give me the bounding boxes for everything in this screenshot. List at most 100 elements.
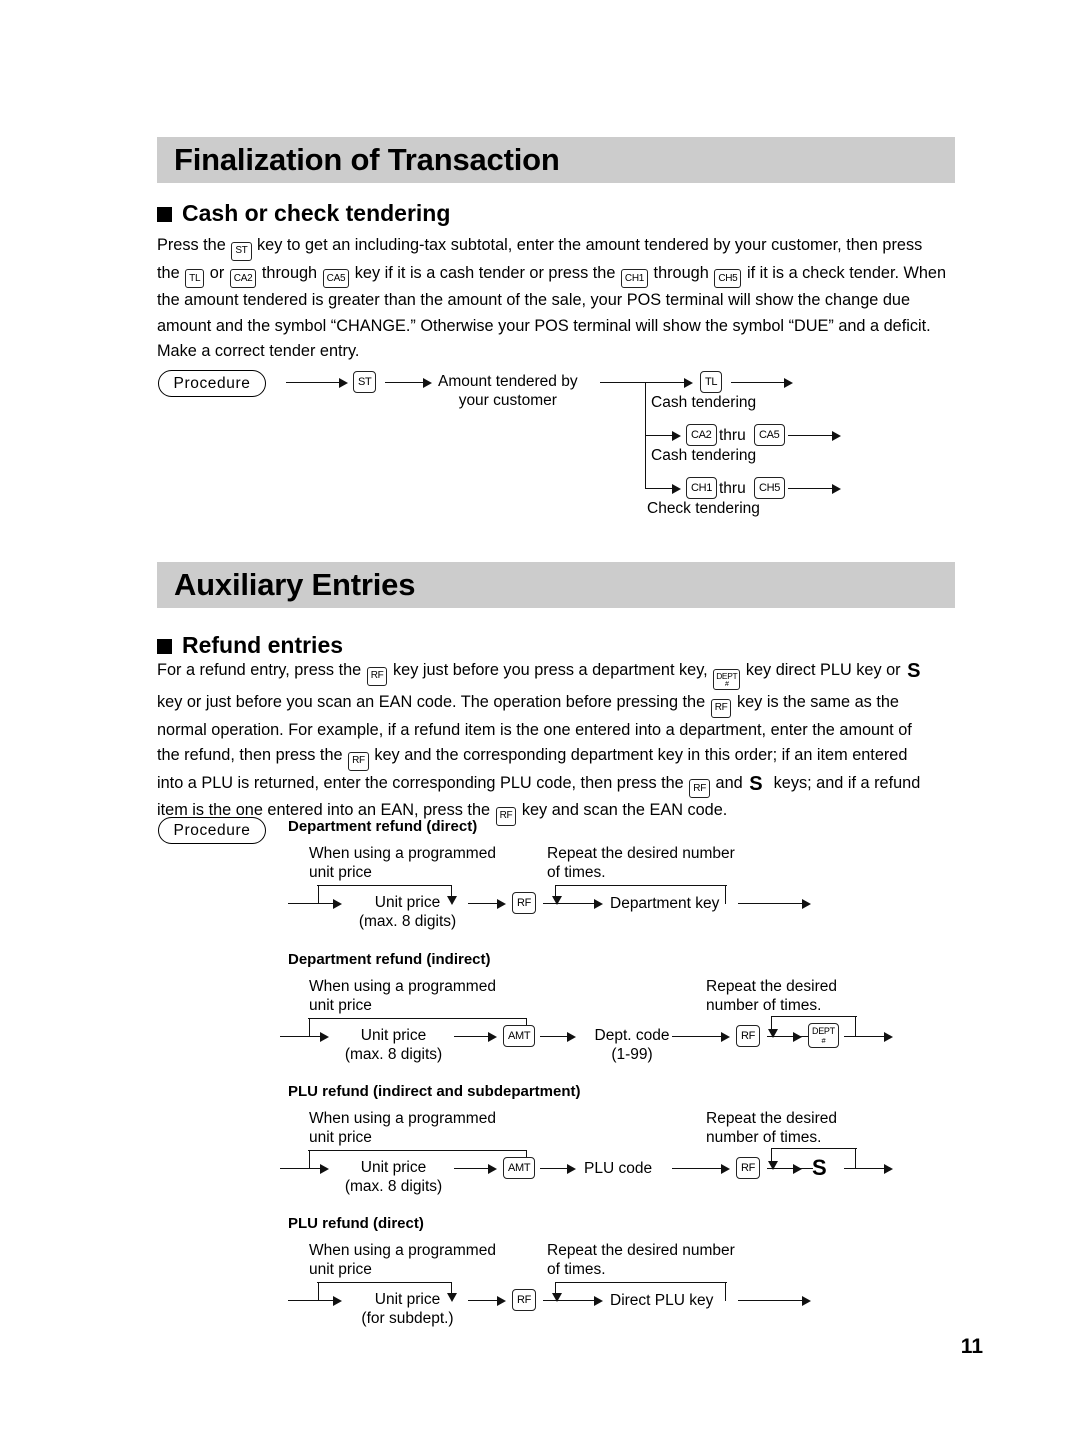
arrow-right-icon [594, 1295, 603, 1306]
flow-line [672, 1168, 724, 1169]
text-run: if it is a check tender. When [746, 263, 947, 282]
flow-line [280, 1168, 322, 1169]
arrow-right-icon [567, 1031, 576, 1042]
repeat-loop-line [855, 1148, 856, 1169]
flow-line [788, 435, 835, 436]
bypass-line [308, 1150, 527, 1151]
thru-label: thru [719, 427, 746, 444]
node-line-1: Unit price [360, 1027, 427, 1044]
arrow-down-icon [551, 896, 562, 905]
node-line-2: (max. 8 digits) [344, 1178, 443, 1195]
note-line-2: unit price [309, 1261, 372, 1278]
note-line-2: unit price [309, 1129, 372, 1146]
arrow-right-icon [672, 483, 681, 494]
node-line-2: your customer [458, 392, 557, 409]
arrow-right-icon [488, 1163, 497, 1174]
dkey-ca2: CA2 [686, 424, 717, 446]
arrow-right-icon [721, 1163, 730, 1174]
branch-caption-cash-1: Cash tendering [651, 394, 757, 411]
arrow-right-icon [884, 1163, 893, 1174]
dkey-st: ST [353, 371, 377, 393]
key-rf: RF [366, 666, 388, 686]
subheading-label: Cash or check tendering [182, 200, 451, 226]
paragraph-line: the refund, then press the RF key and th… [157, 743, 957, 771]
note-repeat-times: Repeat the desired number of times. [706, 1109, 837, 1147]
arrow-down-icon [767, 1161, 778, 1170]
bypass-line [318, 1282, 319, 1301]
text-run: key to get an including-tax subtotal, en… [257, 236, 923, 254]
repeat-loop-line [771, 1016, 772, 1031]
bypass-line [309, 1150, 310, 1169]
note-repeat-times: Repeat the desired number of times. [547, 844, 735, 882]
arrow-right-icon [793, 1031, 802, 1042]
paragraph-refund-entries: For a refund entry, press the RF key jus… [157, 658, 957, 826]
note-line-2: of times. [547, 1261, 606, 1278]
branch-caption-check: Check tendering [647, 500, 760, 517]
flow-line [844, 1036, 888, 1037]
flow-line [645, 488, 675, 489]
text-run: key direct PLU key or [745, 661, 901, 679]
dkey-rf: RF [512, 892, 537, 914]
node-department-key: Department key [610, 895, 720, 912]
flow-line [385, 382, 427, 383]
repeat-loop-line [771, 1148, 857, 1149]
key-tl: TL [185, 269, 205, 288]
key-rf: RF [710, 698, 732, 718]
arrow-right-icon [793, 1163, 802, 1174]
key-ca2: CA2 [229, 269, 257, 288]
note-line-1: Repeat the desired [706, 1110, 837, 1127]
note-repeat-times: Repeat the desired number of times. [547, 1241, 735, 1279]
repeat-loop-line [855, 1016, 856, 1037]
dkey-ch5: CH5 [754, 477, 786, 499]
diagram-plu-refund-direct: PLU refund (direct) When using a program… [288, 1212, 988, 1332]
repeat-loop-line [555, 885, 556, 898]
subheading-label: Refund entries [182, 632, 344, 658]
procedure-text: Procedure [173, 821, 251, 839]
subheading-cash-or-check-tendering: Cash or check tendering [157, 200, 450, 227]
flow-line [738, 903, 806, 904]
text-run: key and the corresponding department key… [374, 746, 908, 765]
key-line-2: # [724, 680, 729, 688]
bypass-line [317, 885, 452, 886]
section-banner-finalization: Finalization of Transaction [157, 137, 955, 183]
note-line-2: of times. [547, 864, 606, 881]
text-run: into a PLU is returned, enter the corres… [157, 773, 684, 792]
note-programmed-unit-price: When using a programmed unit price [309, 844, 496, 882]
section-banner-auxiliary: Auxiliary Entries [157, 562, 955, 608]
arrow-right-icon [488, 1031, 497, 1042]
branch-caption-cash-2: Cash tendering [651, 447, 757, 464]
note-line-1: When using a programmed [309, 1242, 496, 1259]
note-line-2: number of times. [706, 1129, 822, 1146]
text-run: key is the same as the [736, 693, 899, 712]
key-subdepartment-s: S [749, 772, 763, 795]
text-run: through [261, 263, 318, 282]
paragraph-line: key or just before you scan an EAN code.… [157, 690, 957, 718]
section-title: Finalization of Transaction [174, 142, 560, 177]
key-ch1: CH1 [620, 269, 649, 288]
text-run: the [157, 263, 180, 282]
dkey-amt: AMT [503, 1025, 536, 1047]
thru-label: thru [719, 480, 746, 497]
arrow-right-icon [423, 377, 432, 388]
text-run: key if it is a cash tender or press the [354, 263, 616, 282]
text-run: through [653, 263, 709, 282]
node-line-2: (for subdept.) [361, 1310, 454, 1327]
diagram-department-refund-indirect: Department refund (indirect) When using … [280, 948, 988, 1068]
note-line-2: unit price [309, 864, 372, 881]
arrow-right-icon [684, 377, 693, 388]
page-number: 11 [960, 1335, 983, 1358]
note-line-1: Repeat the desired number [547, 845, 735, 862]
dkey-rf: RF [736, 1157, 761, 1179]
diagram-department-refund-direct: Department refund (direct) When using a … [288, 815, 988, 935]
flow-line [468, 1300, 500, 1301]
text-run: key or just before you scan an EAN code.… [157, 693, 706, 712]
text-run: or [209, 263, 225, 282]
node-line-1: Unit price [374, 1291, 441, 1308]
arrow-right-icon [497, 898, 506, 909]
node-line-1: Unit price [374, 894, 441, 911]
arrow-right-icon [832, 430, 841, 441]
document-page: Finalization of Transaction Cash or chec… [0, 0, 1080, 1454]
arrow-right-icon [567, 1163, 576, 1174]
diagram-plu-refund-indirect: PLU refund (indirect and subdepartment) … [280, 1080, 988, 1200]
bypass-line [308, 1018, 527, 1019]
